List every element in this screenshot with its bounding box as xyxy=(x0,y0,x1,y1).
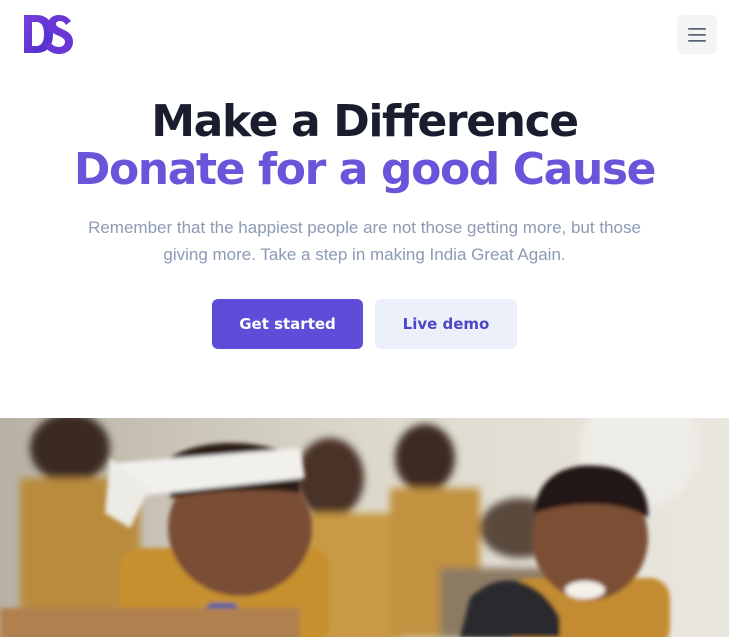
brand-logo[interactable] xyxy=(22,13,76,55)
hero-title: Make a Difference Donate for a good Caus… xyxy=(0,98,729,194)
hero-image xyxy=(0,418,729,637)
classroom-photo xyxy=(0,418,729,637)
get-started-button[interactable]: Get started xyxy=(212,299,363,349)
cta-group: Get started Live demo xyxy=(0,299,729,349)
hero-section: Make a Difference Donate for a good Caus… xyxy=(0,98,729,349)
hamburger-menu-icon xyxy=(688,27,706,42)
hero-subtitle: Remember that the happiest people are no… xyxy=(88,218,641,264)
hero-title-line1: Make a Difference xyxy=(151,96,579,147)
ds-logo-icon xyxy=(24,15,73,54)
hero-title-line2: Donate for a good Cause xyxy=(73,144,657,195)
landing-page: Make a Difference Donate for a good Caus… xyxy=(0,0,729,637)
live-demo-button[interactable]: Live demo xyxy=(375,299,517,349)
menu-button[interactable] xyxy=(677,15,717,54)
